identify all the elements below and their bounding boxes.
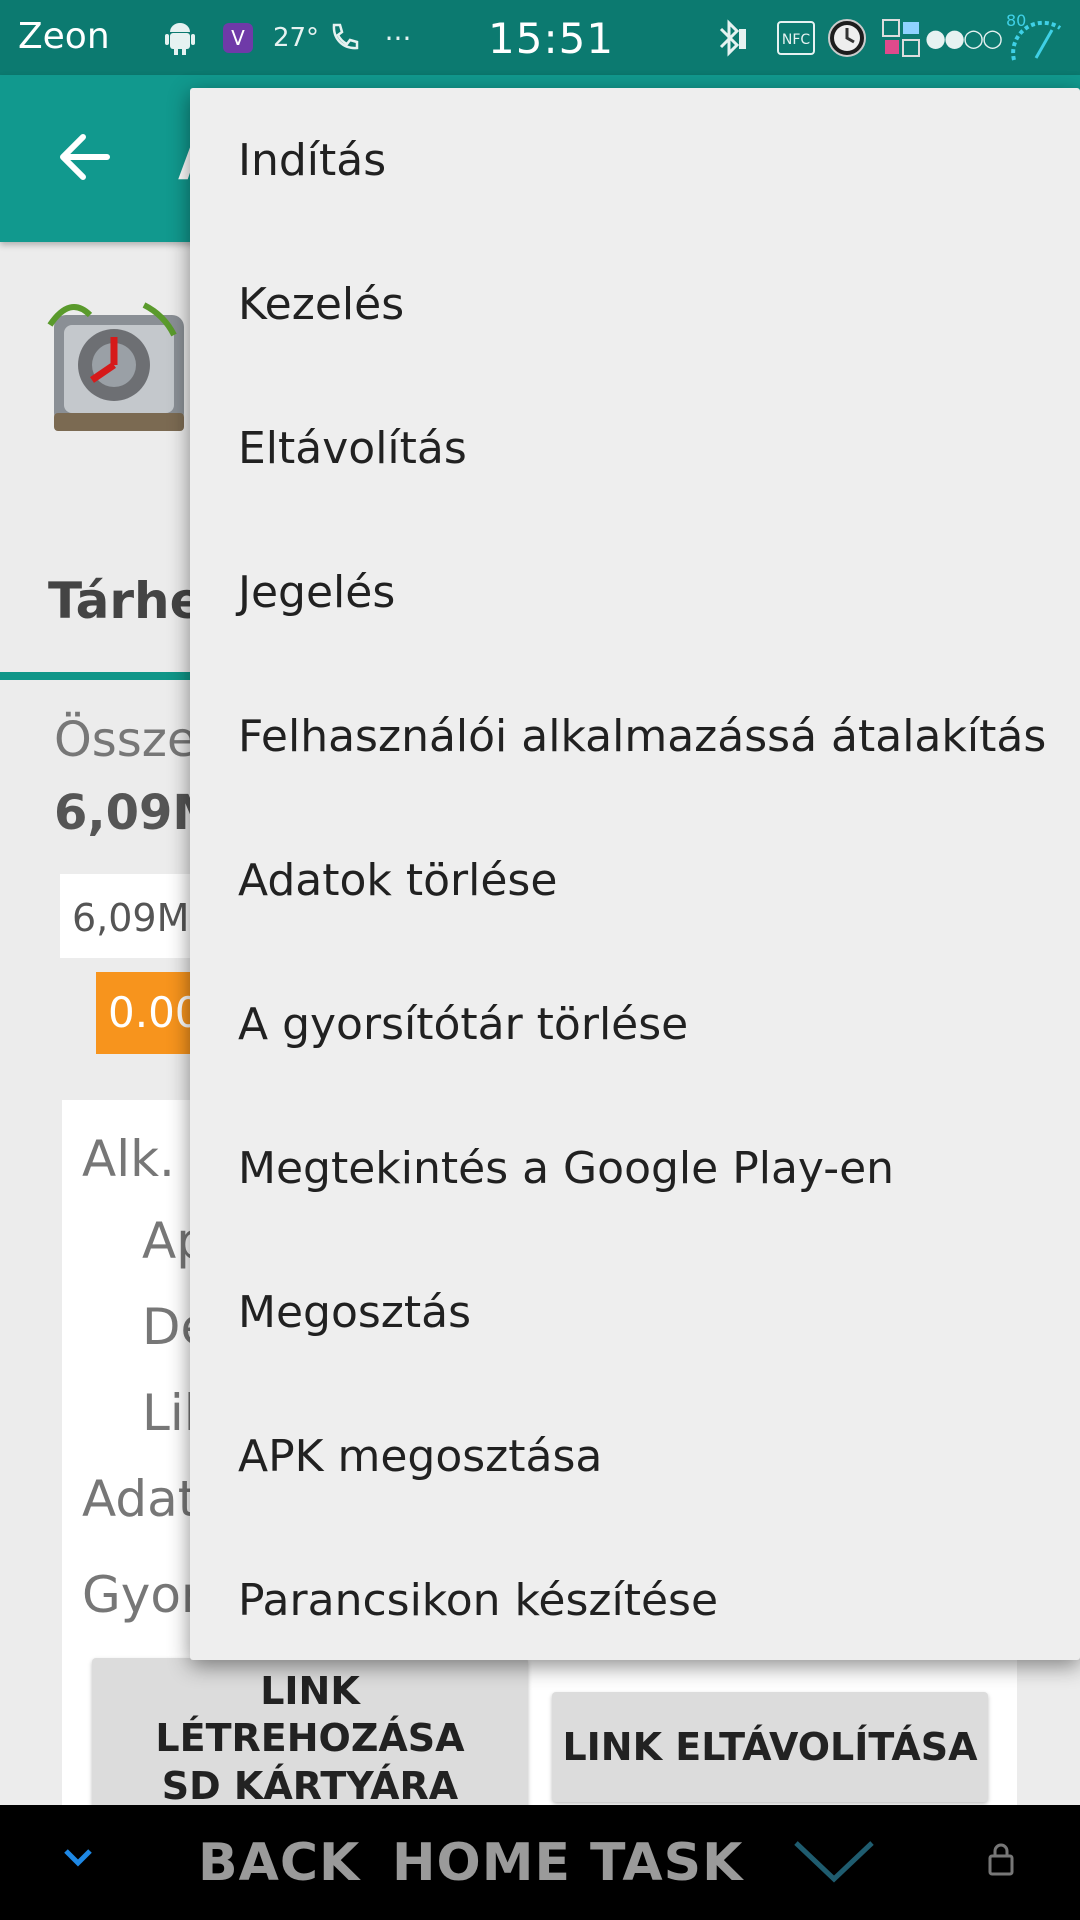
- menu-item-uninstall[interactable]: Eltávolítás: [190, 376, 1080, 520]
- menu-item-manage[interactable]: Kezelés: [190, 232, 1080, 376]
- link-create-sd-button[interactable]: LINK LÉTREHOZÁSA SD KÁRTYÁRA: [92, 1658, 528, 1820]
- menu-item-create-shortcut[interactable]: Parancsikon készítése: [190, 1528, 1080, 1672]
- temperature-readout: 27°: [272, 23, 320, 53]
- viber-icon: V: [218, 18, 258, 58]
- svg-text:80: 80: [1006, 11, 1026, 30]
- menu-item-launch[interactable]: Indítás: [190, 88, 1080, 232]
- overflow-menu: Indítás Kezelés Eltávolítás Jegelés Felh…: [190, 88, 1080, 1660]
- collapse-chevron-icon[interactable]: [792, 1835, 876, 1889]
- app-icon-image: [44, 285, 194, 445]
- total-label: Össze: [54, 712, 197, 768]
- clock-time: 15:51: [488, 14, 615, 63]
- detail-row: Alk.: [82, 1130, 175, 1188]
- svg-text:NFC: NFC: [782, 32, 811, 48]
- nfc-icon: NFC: [776, 18, 816, 58]
- more-dots-icon: ···: [384, 21, 412, 55]
- navigation-bar: BACK HOME TASK: [0, 1805, 1080, 1920]
- link-remove-button[interactable]: LINK ELTÁVOLÍTÁSA: [552, 1692, 988, 1802]
- lock-icon[interactable]: [986, 1841, 1016, 1881]
- menu-item-share[interactable]: Megosztás: [190, 1240, 1080, 1384]
- carrier-name: Zeon: [18, 16, 110, 57]
- nav-back-button[interactable]: BACK: [198, 1833, 360, 1893]
- phone-call-icon: [324, 18, 364, 58]
- detail-row: Adat: [82, 1470, 198, 1528]
- bluetooth-icon: [710, 18, 750, 58]
- nav-task-button[interactable]: TASK: [590, 1833, 743, 1893]
- menu-item-view-google-play[interactable]: Megtekintés a Google Play-en: [190, 1096, 1080, 1240]
- back-arrow-icon[interactable]: [55, 127, 115, 187]
- clock-icon: [824, 18, 870, 58]
- menu-item-freeze[interactable]: Jegelés: [190, 520, 1080, 664]
- chevron-down-icon[interactable]: [60, 1843, 96, 1875]
- signal-dots-icon: ●●○○: [925, 24, 1003, 52]
- battery-gauge-icon: 80: [1004, 8, 1068, 64]
- menu-item-clear-cache[interactable]: A gyorsítótár törlése: [190, 952, 1080, 1096]
- android-debug-icon: [160, 18, 200, 58]
- menu-item-clear-data[interactable]: Adatok törlése: [190, 808, 1080, 952]
- menu-item-share-apk[interactable]: APK megosztása: [190, 1384, 1080, 1528]
- svg-text:V: V: [231, 26, 245, 50]
- detail-row: Gyor: [82, 1566, 202, 1624]
- menu-item-convert-user-app[interactable]: Felhasználói alkalmazássá átalakítás: [190, 664, 1080, 808]
- status-bar: Zeon V 27° ··· 15:51 NFC ●●○○ 80: [0, 0, 1080, 75]
- nav-home-button[interactable]: HOME: [392, 1833, 571, 1893]
- app-icon: [880, 18, 924, 58]
